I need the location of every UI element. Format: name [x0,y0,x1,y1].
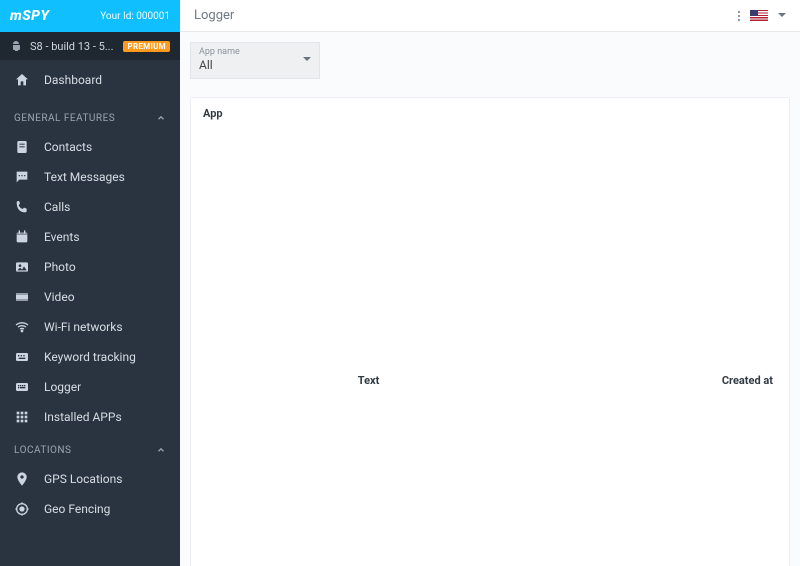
sidebar-item-call[interactable]: Calls [0,192,180,222]
caret-down-icon [303,57,311,65]
photo-icon [14,259,30,275]
sidebar-item-label: Installed APPs [44,410,122,424]
flag-us-icon[interactable] [750,10,768,22]
sidebar-item-dashboard[interactable]: Dashboard [0,60,180,100]
sidebar-item-label: GPS Locations [44,472,122,486]
sidebar-item-calendar[interactable]: Events [0,222,180,252]
call-icon [14,199,30,215]
sidebar-item-wifi[interactable]: Wi-Fi networks [0,312,180,342]
geofence-icon [14,501,30,517]
sidebar-item-geofence[interactable]: Geo Fencing [0,494,180,524]
user-id: Your Id: 000001 [100,11,170,22]
home-icon [14,72,30,88]
sidebar-item-label: Text Messages [44,170,125,184]
section-title: GENERAL FEATURES [14,113,115,124]
sidebar-item-label: Dashboard [44,73,102,87]
topbar: Logger [180,0,800,32]
sidebar-item-label: Video [44,290,75,304]
main: Logger App name All App Text [180,0,800,566]
table-header-row: App Text Created at [191,98,789,566]
topbar-tools [738,10,786,22]
brand-logo: mSPY [10,8,49,24]
section-locations-items: GPS Locations Geo Fencing [0,464,180,524]
menu-icon[interactable] [738,11,740,21]
sidebar-item-label: Keyword tracking [44,350,136,364]
app-root: mSPY Your Id: 000001 S8 - build 13 - 5..… [0,0,800,566]
section-general-items: Contacts Text Messages Calls Events Photo Vid… [0,132,180,432]
sidebar-section-general[interactable]: GENERAL FEATURES [0,104,180,132]
video-icon [14,289,30,305]
sidebar-item-photo[interactable]: Photo [0,252,180,282]
contacts-icon [14,139,30,155]
sidebar-item-label: Contacts [44,140,92,154]
sidebar-item-label: Logger [44,380,81,394]
apps-icon [14,409,30,425]
device-name: S8 - build 13 - 5... [30,40,115,53]
col-created[interactable]: Created at [639,98,789,566]
content: App name All App Text Created at ChromeB… [180,32,800,566]
brand-bar: mSPY Your Id: 000001 [0,0,180,32]
sidebar: mSPY Your Id: 000001 S8 - build 13 - 5..… [0,0,180,566]
language-caret-icon[interactable] [778,13,786,21]
sidebar-item-label: Events [44,230,80,244]
premium-badge: PREMIUM [123,41,170,52]
filter-label: App name [199,47,311,57]
sidebar-section-locations[interactable]: LOCATIONS [0,436,180,464]
section-title: LOCATIONS [14,445,72,456]
sidebar-item-label: Photo [44,260,76,274]
filter-value: All [199,58,311,72]
col-app[interactable]: App [191,98,321,566]
sidebar-item-logger[interactable]: Logger [0,372,180,402]
chevron-up-icon [156,445,166,455]
sidebar-item-keyword[interactable]: Keyword tracking [0,342,180,372]
logger-icon [14,379,30,395]
wifi-icon [14,319,30,335]
sms-icon [14,169,30,185]
col-text[interactable]: Text [346,98,639,566]
android-icon [10,40,22,52]
sidebar-item-apps[interactable]: Installed APPs [0,402,180,432]
sidebar-item-contacts[interactable]: Contacts [0,132,180,162]
keyword-icon [14,349,30,365]
app-filter-dropdown[interactable]: App name All [190,42,320,79]
sidebar-item-sms[interactable]: Text Messages [0,162,180,192]
log-table: App Text Created at ChromeBookstores nea… [190,97,790,566]
sidebar-item-label: Wi-Fi networks [44,320,123,334]
spacer [0,524,180,544]
chevron-up-icon [156,113,166,123]
sidebar-item-pin[interactable]: GPS Locations [0,464,180,494]
pin-icon [14,471,30,487]
sidebar-item-label: Geo Fencing [44,502,110,516]
page-title: Logger [194,8,234,23]
sidebar-scroll[interactable]: Dashboard GENERAL FEATURES Contacts Text … [0,60,180,566]
sidebar-item-label: Calls [44,200,70,214]
device-selector[interactable]: S8 - build 13 - 5... PREMIUM [0,32,180,60]
sidebar-item-video[interactable]: Video [0,282,180,312]
calendar-icon [14,229,30,245]
